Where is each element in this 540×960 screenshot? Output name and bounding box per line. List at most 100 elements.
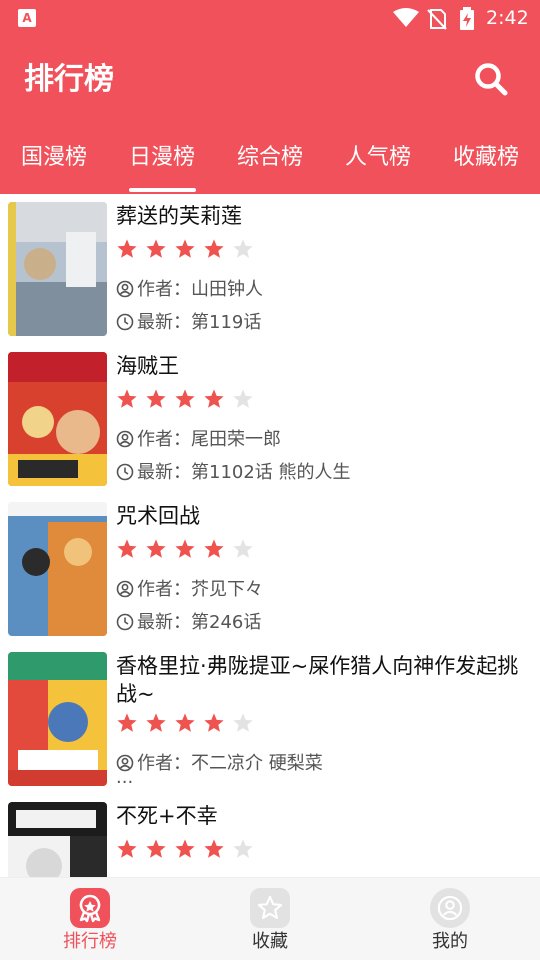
- user-icon: [116, 754, 134, 771]
- star-filled-icon: [175, 389, 195, 408]
- star-filled-icon: [204, 713, 224, 732]
- star-rating: [116, 238, 266, 262]
- author-line: 作者：芥见下々: [116, 577, 536, 603]
- star-filled-icon: [204, 239, 224, 258]
- latest-label: 最新：: [137, 612, 191, 633]
- star-empty-icon: [233, 539, 253, 558]
- latest-chapter: 第246话: [191, 612, 262, 633]
- clock-icon: [116, 613, 134, 630]
- star-filled-icon: [204, 839, 224, 858]
- star-filled-icon: [117, 539, 137, 558]
- star-filled-icon: [175, 713, 195, 732]
- bottom-navigation: 排行榜 收藏 我的: [0, 877, 540, 960]
- tab-shoucang[interactable]: 收藏榜: [432, 122, 540, 194]
- page-title: 排行榜: [24, 62, 114, 97]
- star-filled-icon: [204, 389, 224, 408]
- star-empty-icon: [233, 839, 253, 858]
- tab-zonghe[interactable]: 综合榜: [216, 122, 324, 194]
- star-filled-icon: [146, 539, 166, 558]
- list-item[interactable]: 香格里拉·弗陇提亚~屎作猎人向神作发起挑战~ 作者：不二凉介 硬梨菜 ···: [0, 644, 540, 794]
- author-line: 作者：尾田荣一郎: [116, 427, 536, 453]
- list-item[interactable]: 海贼王 作者：尾田荣一郎 最新：第1102话 熊的人生: [0, 344, 540, 494]
- clock-icon: [116, 313, 134, 330]
- nav-profile-label: 我的: [432, 931, 468, 952]
- star-filled-icon: [175, 539, 195, 558]
- comic-cover: [8, 652, 107, 786]
- nav-favorites-label: 收藏: [252, 931, 288, 952]
- star-empty-icon: [233, 389, 253, 408]
- latest-line: 最新：第119话: [116, 310, 536, 336]
- star-filled-icon: [117, 239, 137, 258]
- app-screen: A 2:42 排行榜 国漫榜 日漫榜 综合榜 人气榜 收藏榜 葬送的芙莉莲 作者…: [0, 0, 540, 960]
- ranking-icon: [70, 888, 110, 928]
- nav-favorites[interactable]: 收藏: [180, 878, 360, 960]
- comic-cover: [8, 352, 107, 486]
- star-rating: [116, 838, 266, 862]
- latest-chapter: 第1102话 熊的人生: [191, 462, 351, 483]
- latest-line: 最新：第246话: [116, 610, 536, 636]
- truncated-latest-indicator: ···: [116, 772, 134, 793]
- comic-title[interactable]: 葬送的芙莉莲: [116, 202, 526, 230]
- author-name: 山田钟人: [191, 279, 263, 300]
- latest-label: 最新：: [137, 312, 191, 333]
- author-name: 不二凉介 硬梨菜: [191, 753, 323, 774]
- nav-ranking-label: 排行榜: [63, 931, 117, 952]
- status-time: 2:42: [486, 7, 529, 29]
- star-filled-icon: [117, 839, 137, 858]
- nav-ranking[interactable]: 排行榜: [0, 878, 180, 960]
- author-name: 芥见下々: [191, 579, 263, 600]
- star-rating: [116, 712, 266, 736]
- user-icon: [116, 280, 134, 297]
- app-notification-icon: A: [18, 9, 36, 27]
- author-line: 作者：山田钟人: [116, 277, 536, 303]
- comic-title[interactable]: 咒术回战: [116, 502, 526, 530]
- search-button[interactable]: [470, 58, 512, 100]
- clock-icon: [116, 463, 134, 480]
- list-item[interactable]: 不死+不幸: [0, 794, 540, 877]
- latest-chapter: 第119话: [191, 312, 262, 333]
- star-rating: [116, 538, 266, 562]
- comic-cover: [8, 802, 107, 877]
- tab-renqi[interactable]: 人气榜: [324, 122, 432, 194]
- status-bar: A 2:42: [0, 0, 540, 36]
- author-label: 作者：: [137, 753, 191, 774]
- star-filled-icon: [146, 839, 166, 858]
- author-label: 作者：: [137, 579, 191, 600]
- star-icon: [250, 888, 290, 928]
- star-filled-icon: [117, 389, 137, 408]
- star-filled-icon: [117, 713, 137, 732]
- profile-icon: [430, 888, 470, 928]
- no-sim-icon: [427, 9, 447, 30]
- latest-label: 最新：: [137, 462, 191, 483]
- author-label: 作者：: [137, 279, 191, 300]
- battery-charging-icon: [460, 7, 474, 30]
- star-filled-icon: [146, 239, 166, 258]
- star-filled-icon: [175, 839, 195, 858]
- tab-guoman[interactable]: 国漫榜: [0, 122, 108, 194]
- tab-riman[interactable]: 日漫榜: [108, 122, 216, 194]
- list-item[interactable]: 咒术回战 作者：芥见下々 最新：第246话: [0, 494, 540, 644]
- comic-title[interactable]: 不死+不幸: [116, 802, 526, 830]
- author-label: 作者：: [137, 429, 191, 450]
- comic-cover: [8, 502, 107, 636]
- star-filled-icon: [146, 389, 166, 408]
- star-rating: [116, 388, 266, 412]
- search-icon: [475, 63, 508, 96]
- ranking-list: 葬送的芙莉莲 作者：山田钟人 最新：第119话 海贼王 作者：尾田荣一郎 最新：…: [0, 194, 540, 877]
- app-bar: 排行榜: [0, 36, 540, 122]
- user-icon: [116, 580, 134, 597]
- nav-profile[interactable]: 我的: [360, 878, 540, 960]
- author-line: 作者：不二凉介 硬梨菜: [116, 751, 536, 777]
- comic-title[interactable]: 海贼王: [116, 352, 526, 380]
- latest-line: 最新：第1102话 熊的人生: [116, 460, 536, 486]
- author-name: 尾田荣一郎: [191, 429, 281, 450]
- comic-cover: [8, 202, 107, 336]
- user-icon: [116, 430, 134, 447]
- star-empty-icon: [233, 239, 253, 258]
- tab-indicator: [129, 188, 196, 192]
- list-item[interactable]: 葬送的芙莉莲 作者：山田钟人 最新：第119话: [0, 194, 540, 344]
- comic-title[interactable]: 香格里拉·弗陇提亚~屎作猎人向神作发起挑战~: [116, 652, 526, 708]
- star-filled-icon: [146, 713, 166, 732]
- star-filled-icon: [175, 239, 195, 258]
- star-empty-icon: [233, 713, 253, 732]
